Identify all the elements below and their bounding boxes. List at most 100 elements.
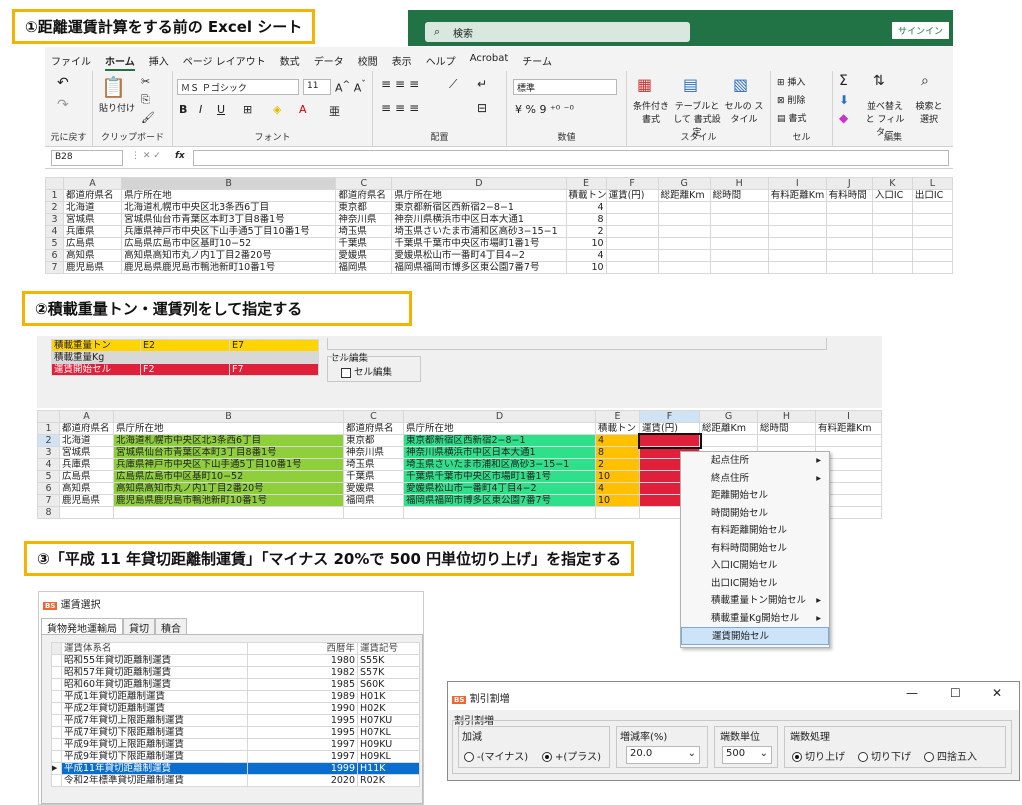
font-size-select[interactable]: 11 bbox=[303, 79, 331, 95]
fare-cell[interactable]: H07KL bbox=[357, 726, 420, 739]
cell[interactable]: 東京都新宿区西新宿2−8−1 bbox=[391, 201, 567, 214]
cell[interactable]: 8 bbox=[595, 446, 640, 459]
cell[interactable]: 高知県高知市丸ノ内1丁目2番20号 bbox=[113, 482, 344, 495]
cell[interactable]: 北海道 bbox=[59, 434, 114, 447]
orientation-icon[interactable]: ⟋ bbox=[449, 77, 457, 92]
fare-cell[interactable]: 1980 bbox=[247, 654, 358, 667]
setting-cell[interactable]: 積載重量トン bbox=[51, 339, 141, 352]
menu-tab[interactable]: Acrobat bbox=[470, 53, 509, 71]
context-menu-item[interactable]: 出口IC開始セル bbox=[681, 575, 829, 593]
currency-percent-icons[interactable]: ¥ % 9 ⁺⁰ ⁻⁰ bbox=[515, 103, 574, 116]
cell[interactable] bbox=[825, 237, 873, 250]
fare-column-header[interactable]: 運賃記号 bbox=[357, 642, 420, 655]
cell[interactable] bbox=[871, 201, 913, 214]
bold-icon[interactable]: B bbox=[179, 103, 187, 116]
cell[interactable]: 有料距離Km bbox=[767, 189, 827, 202]
fare-cell[interactable]: 平成7年貸切上限距離制運賃 bbox=[61, 714, 248, 727]
cell[interactable]: 高知県 bbox=[63, 249, 123, 262]
fare-row[interactable]: 平成7年貸切上限距離制運賃 1995 H07KU bbox=[51, 714, 420, 727]
row-header[interactable]: 1 bbox=[37, 422, 60, 435]
menu-tab[interactable]: ページ レイアウト bbox=[183, 53, 266, 71]
column-header[interactable]: C bbox=[335, 177, 393, 190]
fare-cell[interactable]: 1995 bbox=[247, 726, 358, 739]
cell[interactable]: 愛媛県松山市一番町4丁目4−2 bbox=[391, 249, 567, 262]
fare-row[interactable]: 平成9年貸切上限距離制運賃 1997 H09KU bbox=[51, 738, 420, 751]
cell[interactable]: 4 bbox=[565, 249, 607, 262]
delete-cells-button[interactable]: ⊠ 削除 bbox=[777, 93, 805, 106]
border-icon[interactable]: ⊞ bbox=[243, 103, 252, 116]
cell[interactable]: 鹿児島県 bbox=[59, 494, 114, 507]
cell[interactable]: 東京都 bbox=[335, 201, 393, 214]
column-header[interactable]: B bbox=[121, 177, 337, 190]
fare-cell[interactable]: 平成9年貸切上限距離制運賃 bbox=[61, 738, 248, 751]
cell[interactable]: 出口IC bbox=[911, 189, 954, 202]
paste-label[interactable]: 貼り付け bbox=[99, 101, 135, 114]
fare-row[interactable]: 令和2年標準貸切距離制運賃 2020 R02K bbox=[51, 774, 420, 787]
fare-cell[interactable]: H09KU bbox=[357, 738, 420, 751]
column-header[interactable]: K bbox=[871, 177, 913, 190]
fare-cell[interactable]: 昭和60年貸切距離制運賃 bbox=[61, 678, 248, 691]
cell[interactable]: 鹿児島県鹿児島市鴨池新町10番1号 bbox=[113, 494, 344, 507]
cell[interactable] bbox=[709, 261, 769, 274]
cell[interactable]: 埼玉県さいたま市浦和区高砂3−15−1 bbox=[391, 225, 567, 238]
select-all-corner[interactable] bbox=[44, 177, 65, 190]
cell[interactable]: 広島県 bbox=[63, 237, 123, 250]
column-header[interactable]: I bbox=[815, 410, 882, 423]
fare-row[interactable]: 昭和60年貸切距離制運賃 1985 S60K bbox=[51, 678, 420, 691]
menu-tab[interactable]: チーム bbox=[522, 53, 552, 71]
fill-icon[interactable]: ⬇ bbox=[839, 93, 849, 107]
cell[interactable]: 鹿児島県鹿児島市鴨池新町10番1号 bbox=[121, 261, 337, 274]
fare-row[interactable]: 平成1年貸切距離制運賃 1989 H01K bbox=[51, 690, 420, 703]
fare-cell[interactable]: 令和2年標準貸切距離制運賃 bbox=[61, 774, 248, 787]
cell[interactable]: 総距離Km bbox=[657, 189, 711, 202]
cell[interactable]: 総時間 bbox=[709, 189, 769, 202]
cell[interactable] bbox=[403, 506, 596, 519]
row-header[interactable]: 8 bbox=[37, 506, 60, 519]
cell[interactable] bbox=[911, 213, 954, 226]
cell[interactable] bbox=[709, 213, 769, 226]
row-header[interactable]: 7 bbox=[44, 261, 65, 274]
setting-cell[interactable]: E2 bbox=[140, 339, 230, 352]
setting-cell[interactable]: 運賃開始セル bbox=[51, 363, 141, 376]
cell[interactable]: 2 bbox=[595, 458, 640, 471]
cell[interactable]: 北海道 bbox=[63, 201, 123, 214]
cell[interactable]: 兵庫県神戸市中央区下山手通5丁目10番1号 bbox=[121, 225, 337, 238]
cell[interactable]: 福岡県 bbox=[335, 261, 393, 274]
menu-tab[interactable]: 校閲 bbox=[358, 53, 378, 71]
context-menu-item[interactable]: 入口IC開始セル bbox=[681, 557, 829, 575]
column-header[interactable]: A bbox=[59, 410, 114, 423]
cell[interactable] bbox=[757, 434, 816, 447]
cell[interactable]: 10 bbox=[565, 237, 607, 250]
row-header[interactable]: 7 bbox=[37, 494, 60, 507]
format-cells-button[interactable]: ▤ 書式 bbox=[777, 111, 806, 124]
column-header[interactable]: D bbox=[403, 410, 596, 423]
column-header[interactable]: D bbox=[391, 177, 567, 190]
horizontal-align-icons[interactable]: ≡≡≡ bbox=[381, 101, 423, 115]
row-header[interactable]: 1 bbox=[44, 189, 65, 202]
redo-icon[interactable]: ↷ bbox=[57, 97, 69, 113]
cell[interactable] bbox=[825, 225, 873, 238]
menu-tab[interactable]: 表示 bbox=[392, 53, 412, 71]
fare-cell[interactable]: 1982 bbox=[247, 666, 358, 679]
cell[interactable]: 県庁所在地 bbox=[121, 189, 337, 202]
cell[interactable] bbox=[605, 249, 659, 262]
undo-icon[interactable]: ↶ bbox=[57, 75, 69, 91]
paste-icon[interactable]: 📋 bbox=[101, 75, 126, 99]
fare-cell[interactable]: 1985 bbox=[247, 678, 358, 691]
cancel-confirm-icons[interactable]: ⋮ ✕ ✓ bbox=[131, 151, 161, 161]
menu-tab[interactable]: ヘルプ bbox=[426, 53, 456, 71]
menu-tab[interactable]: 数式 bbox=[280, 53, 300, 71]
minimize-button[interactable]: — bbox=[906, 686, 918, 700]
fare-cell[interactable]: 平成7年貸切下限距離制運賃 bbox=[61, 726, 248, 739]
row-header[interactable]: 5 bbox=[37, 470, 60, 483]
find-select-label[interactable]: 検索と 選択 bbox=[911, 99, 947, 125]
row-header[interactable]: 2 bbox=[37, 434, 60, 447]
cell[interactable]: 神奈川県横浜市中区日本大通1 bbox=[391, 213, 567, 226]
fare-cell[interactable]: H02K bbox=[357, 702, 420, 715]
cell[interactable] bbox=[605, 225, 659, 238]
fill-color-icon[interactable]: ◈ bbox=[273, 103, 281, 116]
column-header[interactable]: F bbox=[605, 177, 659, 190]
fare-cell[interactable]: 平成2年貸切距離制運賃 bbox=[61, 702, 248, 715]
close-button[interactable]: ✕ bbox=[992, 686, 1002, 700]
fare-cell[interactable]: 平成11年貸切距離制運賃 bbox=[61, 762, 248, 775]
